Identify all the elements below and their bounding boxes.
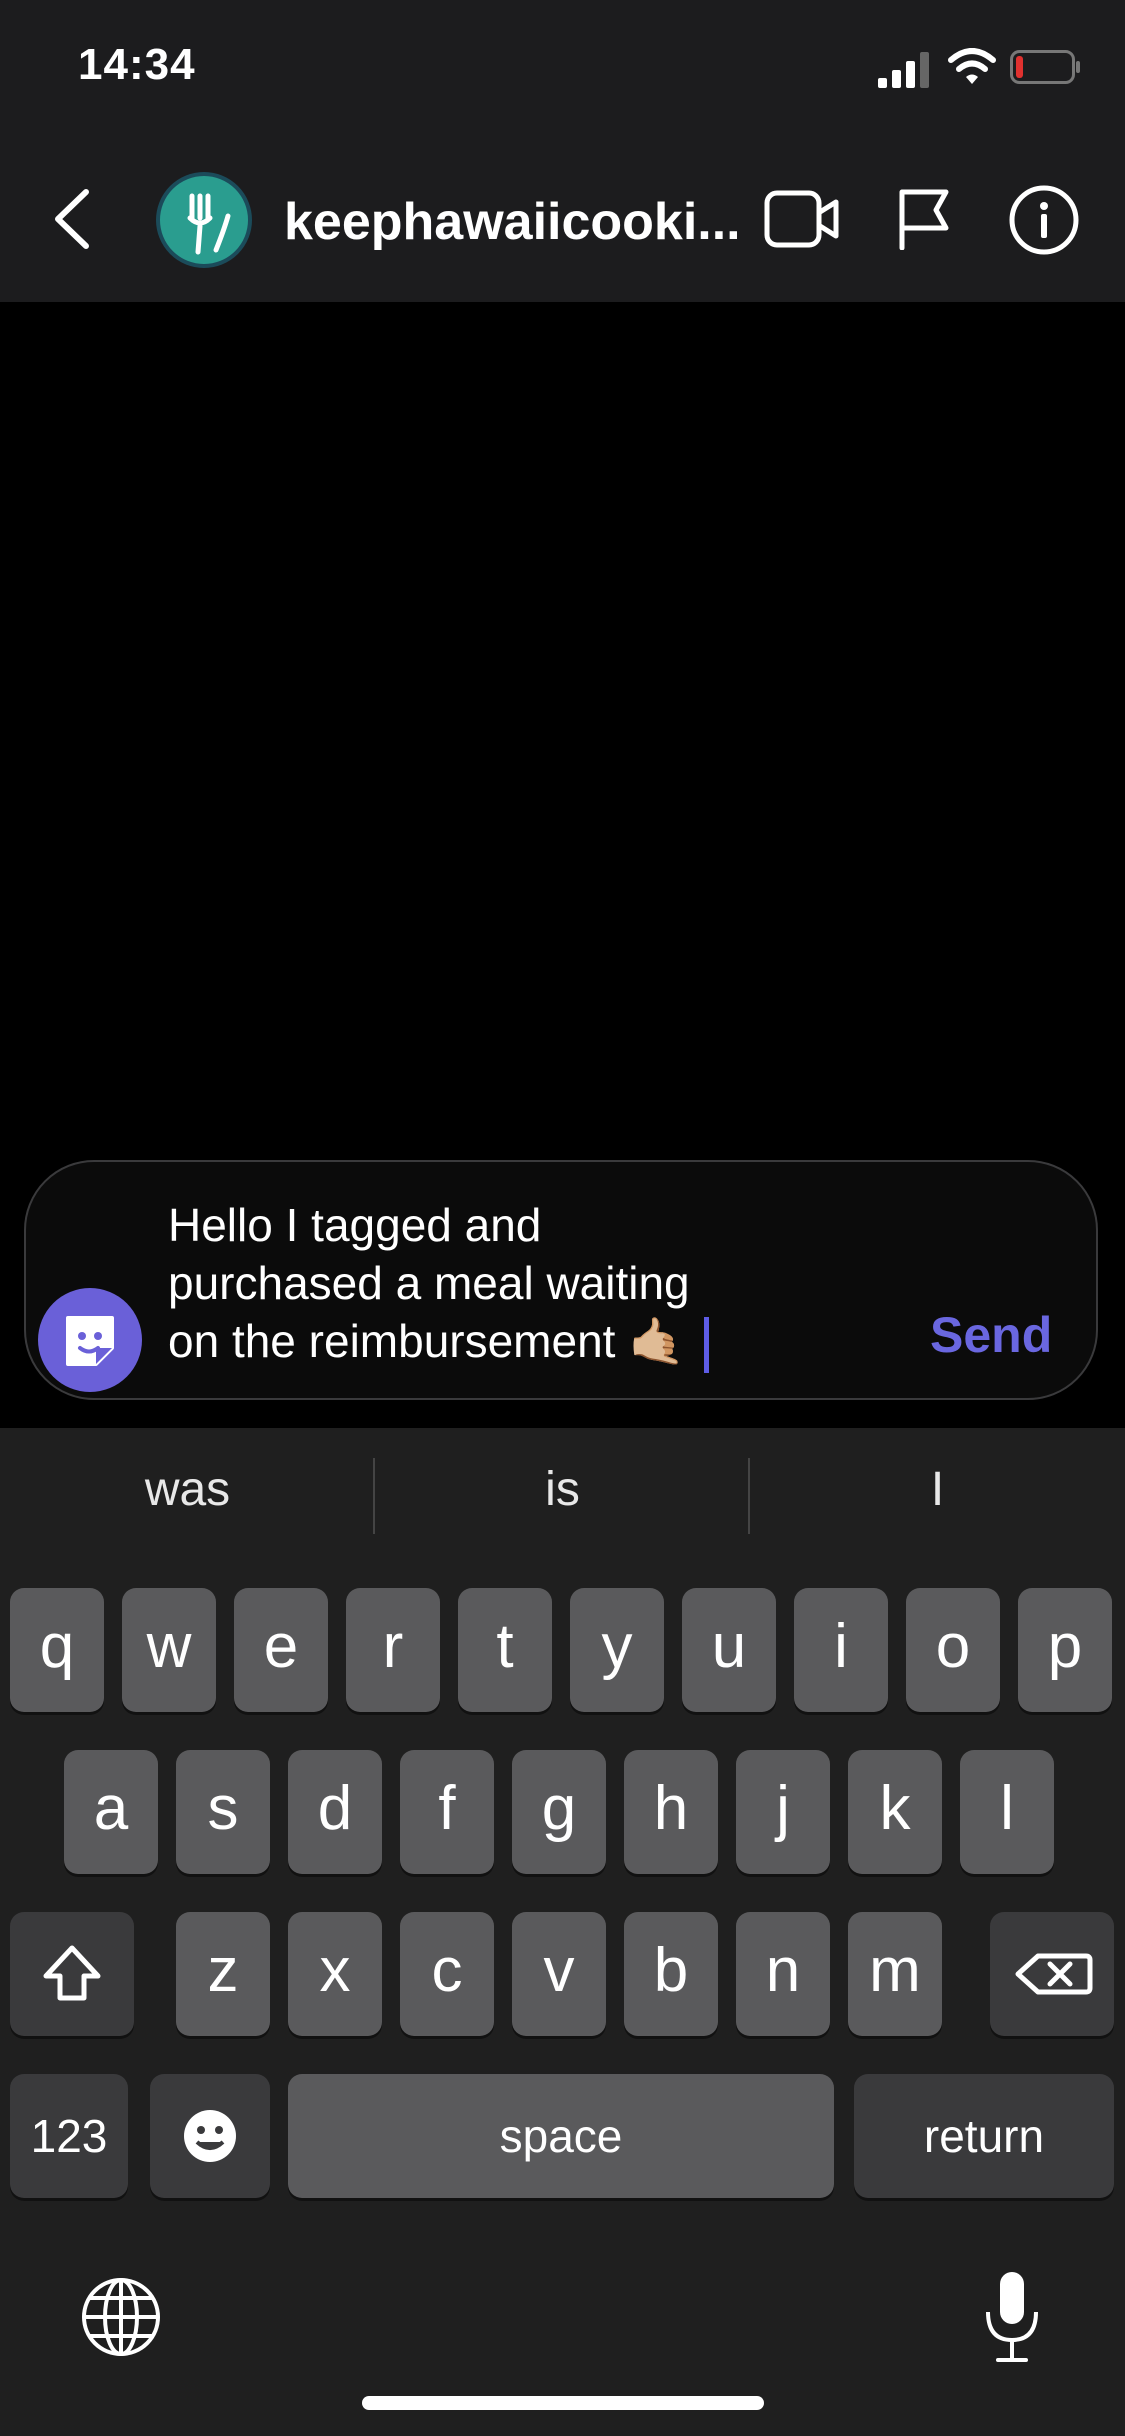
key-u[interactable]: u <box>682 1588 776 1712</box>
status-time: 14:34 <box>78 40 196 89</box>
send-button[interactable]: Send <box>930 1306 1052 1364</box>
key-q[interactable]: q <box>10 1588 104 1712</box>
back-icon[interactable] <box>52 188 92 250</box>
shift-icon <box>43 1945 101 2001</box>
info-icon[interactable] <box>1008 184 1080 256</box>
suggestion-was[interactable]: was <box>0 1462 375 1517</box>
wifi-icon <box>948 48 996 84</box>
key-h[interactable]: h <box>624 1750 718 1874</box>
key-g[interactable]: g <box>512 1750 606 1874</box>
message-input[interactable]: Hello I tagged and purchased a meal wait… <box>168 1196 748 1373</box>
key-n[interactable]: n <box>736 1912 830 2036</box>
message-line: Hello I tagged and <box>168 1199 542 1251</box>
battery-icon <box>1010 50 1080 84</box>
key-z[interactable]: z <box>176 1912 270 2036</box>
sticker-icon <box>66 1316 114 1366</box>
microphone-icon[interactable] <box>976 2268 1048 2368</box>
message-line: on the reimbursement 🤙🏼 <box>168 1315 686 1367</box>
emoji-key[interactable] <box>150 2074 270 2198</box>
shift-key[interactable] <box>10 1912 134 2036</box>
numbers-key[interactable]: 123 <box>10 2074 128 2198</box>
space-key[interactable]: space <box>288 2074 834 2198</box>
text-cursor <box>703 1316 709 1373</box>
key-y[interactable]: y <box>570 1588 664 1712</box>
emoji-icon <box>184 2110 236 2162</box>
key-p[interactable]: p <box>1018 1588 1112 1712</box>
key-a[interactable]: a <box>64 1750 158 1874</box>
suggestion-i[interactable]: I <box>750 1462 1125 1517</box>
key-l[interactable]: l <box>960 1750 1054 1874</box>
key-r[interactable]: r <box>346 1588 440 1712</box>
backspace-icon <box>1015 1953 1093 1995</box>
contact-name[interactable]: keephawaiicooki... <box>284 192 741 252</box>
home-indicator[interactable] <box>362 2396 764 2410</box>
key-o[interactable]: o <box>906 1588 1000 1712</box>
globe-icon[interactable] <box>80 2276 162 2358</box>
key-d[interactable]: d <box>288 1750 382 1874</box>
key-s[interactable]: s <box>176 1750 270 1874</box>
key-c[interactable]: c <box>400 1912 494 2036</box>
key-e[interactable]: e <box>234 1588 328 1712</box>
return-key[interactable]: return <box>854 2074 1114 2198</box>
cellular-signal-icon <box>878 52 929 88</box>
key-f[interactable]: f <box>400 1750 494 1874</box>
key-k[interactable]: k <box>848 1750 942 1874</box>
key-b[interactable]: b <box>624 1912 718 2036</box>
key-i[interactable]: i <box>794 1588 888 1712</box>
key-t[interactable]: t <box>458 1588 552 1712</box>
suggestion-is[interactable]: is <box>375 1462 750 1517</box>
avatar[interactable] <box>156 172 252 268</box>
key-m[interactable]: m <box>848 1912 942 2036</box>
message-line: purchased a meal waiting <box>168 1257 690 1309</box>
key-x[interactable]: x <box>288 1912 382 2036</box>
sticker-button[interactable] <box>38 1288 142 1392</box>
delete-key[interactable] <box>990 1912 1114 2036</box>
video-call-icon[interactable] <box>764 190 840 248</box>
key-w[interactable]: w <box>122 1588 216 1712</box>
key-j[interactable]: j <box>736 1750 830 1874</box>
key-v[interactable]: v <box>512 1912 606 2036</box>
flag-icon[interactable] <box>896 188 952 250</box>
